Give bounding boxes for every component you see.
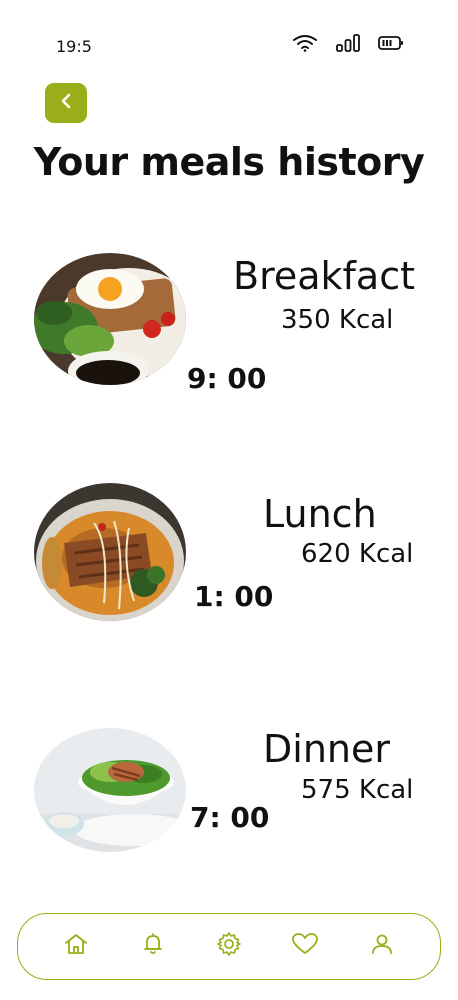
user-icon <box>370 932 394 961</box>
signal-icon <box>336 34 360 52</box>
meal-kcal: 350 Kcal <box>281 305 394 335</box>
meal-name: Breakfact <box>233 254 415 298</box>
meal-time: 7: 00 <box>190 801 270 834</box>
gear-icon <box>216 931 242 962</box>
status-bar: 19:5 <box>0 0 458 70</box>
battery-icon <box>378 35 404 51</box>
wifi-icon <box>292 34 318 52</box>
meal-kcal: 575 Kcal <box>301 775 414 805</box>
meal-time: 1: 00 <box>194 580 274 613</box>
chevron-left-icon <box>58 92 74 115</box>
meal-photo-dinner <box>34 728 186 852</box>
meal-name: Lunch <box>263 492 377 536</box>
meal-photo-lunch <box>34 483 186 621</box>
nav-profile[interactable] <box>365 930 399 964</box>
status-icons <box>292 34 404 52</box>
nav-home[interactable] <box>59 930 93 964</box>
meal-photo-breakfast <box>34 253 186 385</box>
meal-card-lunch[interactable]: Lunch 620 Kcal 1: 00 <box>0 480 458 640</box>
nav-notifications[interactable] <box>136 930 170 964</box>
bottom-nav <box>17 913 441 980</box>
nav-favorites[interactable] <box>288 930 322 964</box>
status-time: 19:5 <box>56 37 92 56</box>
meal-card-breakfast[interactable]: Breakfact 350 Kcal 9: 00 <box>0 250 458 410</box>
meal-kcal: 620 Kcal <box>301 539 414 569</box>
bell-icon <box>142 932 164 961</box>
heart-icon <box>291 932 319 961</box>
meal-name: Dinner <box>263 727 390 771</box>
meal-card-dinner[interactable]: Dinner 575 Kcal 7: 00 <box>0 725 458 885</box>
nav-settings[interactable] <box>212 930 246 964</box>
page-title: Your meals history <box>33 140 425 184</box>
back-button[interactable] <box>45 83 87 123</box>
meal-time: 9: 00 <box>187 362 267 395</box>
home-icon <box>63 932 89 961</box>
